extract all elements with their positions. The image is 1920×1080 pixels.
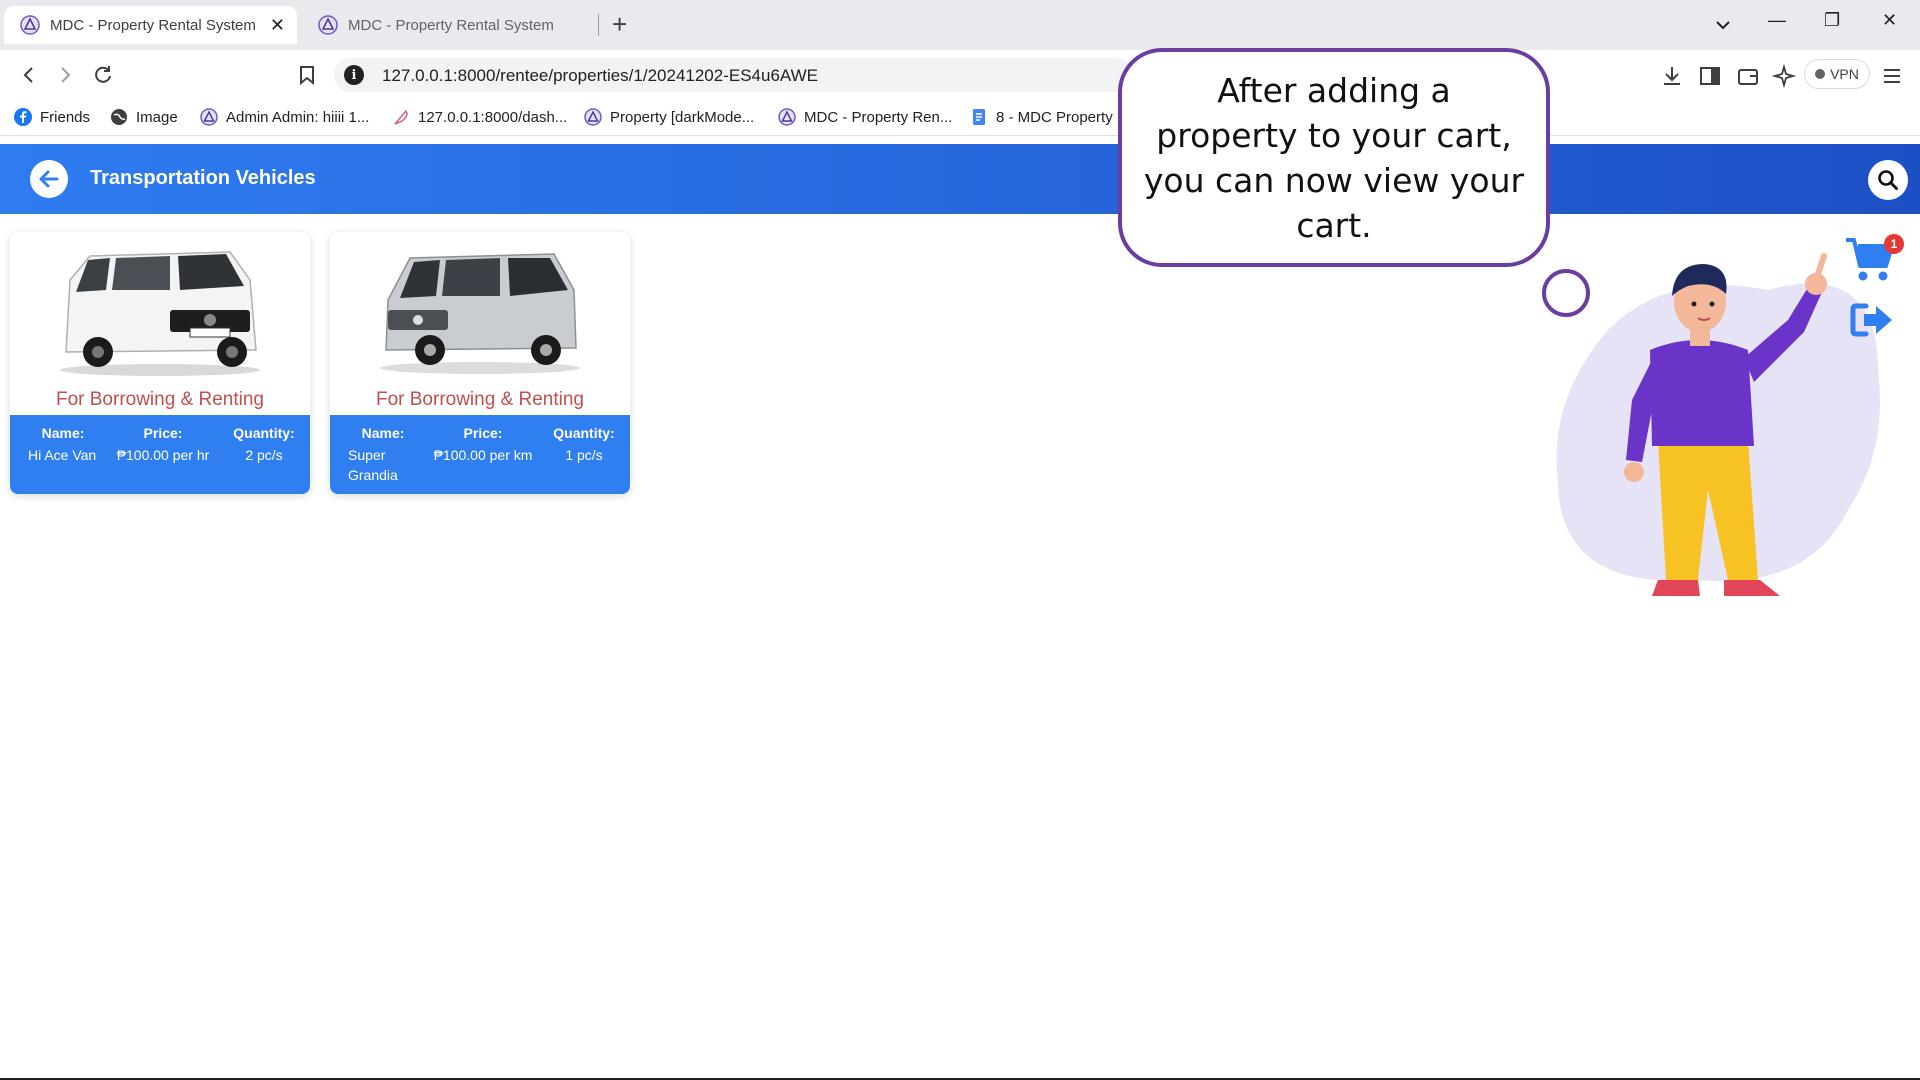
logout-button[interactable] [1850, 300, 1894, 340]
bookmark-page-button[interactable] [292, 60, 322, 90]
arrow-left-icon [23, 67, 33, 83]
white-nissan-van-photo [60, 251, 260, 376]
mdc-logo-icon [318, 15, 338, 35]
bookmark-item[interactable]: Property [darkMode... [584, 108, 754, 126]
bookmark-label: 8 - MDC Property [996, 108, 1113, 126]
mdc-logo-icon [20, 15, 40, 35]
arrow-right-icon [61, 67, 71, 83]
property-purpose: For Borrowing & Renting [55, 389, 265, 410]
globe-icon [111, 109, 127, 125]
property-card[interactable]: For Borrowing & Renting Name: Hi Ace Van… [10, 232, 310, 494]
facebook-icon [14, 108, 32, 126]
tab-search-chevron-icon[interactable] [1714, 16, 1732, 34]
bookmark-item[interactable]: Image [110, 108, 178, 126]
bookmark-icon [300, 66, 314, 85]
name-column: Name: Hi Ace Van [28, 425, 98, 465]
wallet-icon[interactable] [1736, 64, 1760, 88]
property-card[interactable]: For Borrowing & Renting Name: Super Gran… [330, 232, 630, 494]
name-column: Name: Super Grandia [348, 425, 418, 485]
bookmark-label: Admin Admin: hiiii 1... [226, 108, 370, 126]
mdc-logo-icon [778, 108, 796, 126]
bookmark-label: MDC - Property Ren... [804, 108, 953, 126]
cart-count-badge: 1 [1884, 234, 1904, 254]
reload-button[interactable] [88, 60, 118, 90]
price-column: Price: ₱100.00 per km [428, 425, 538, 465]
back-button[interactable] [30, 160, 68, 198]
feather-icon [394, 109, 408, 125]
bookmark-item[interactable]: 8 - MDC Property [970, 108, 1113, 126]
sidebar-icon[interactable] [1698, 64, 1722, 88]
bookmark-item[interactable]: Admin Admin: hiiii 1... [200, 108, 369, 126]
reload-icon [95, 66, 111, 83]
price-label: Price: [143, 425, 183, 441]
menu-icon[interactable] [1880, 64, 1904, 88]
property-name: Super Grandia [348, 447, 398, 483]
quantity-label: Quantity: [233, 425, 295, 441]
bookmark-item[interactable]: 127.0.0.1:8000/dash... [392, 108, 567, 126]
vpn-label: VPN [1830, 66, 1859, 82]
arrow-left-icon [39, 170, 59, 188]
tab-separator [598, 14, 599, 36]
bookmark-label: 127.0.0.1:8000/dash... [418, 108, 568, 126]
mdc-logo-icon [200, 108, 218, 126]
quantity-column: Quantity: 1 pc/s [544, 425, 624, 465]
guide-character-illustration [1556, 253, 1880, 596]
address-bar[interactable]: i 127.0.0.1:8000/rentee/properties/1/202… [334, 58, 1134, 92]
browser-toolbar: i 127.0.0.1:8000/rentee/properties/1/202… [0, 50, 1920, 100]
forward-nav-button[interactable] [50, 60, 80, 90]
tutorial-speech-bubble: After adding a property to your cart, yo… [1118, 48, 1550, 267]
ai-sparkle-icon[interactable] [1772, 64, 1796, 88]
page-header: Transportation Vehicles [0, 144, 1920, 214]
property-name: Hi Ace Van [28, 447, 97, 463]
download-icon[interactable] [1660, 64, 1684, 88]
tab-title: MDC - Property Rental System [348, 16, 554, 34]
bookmark-item[interactable]: Friends [14, 108, 90, 126]
price-column: Price: ₱100.00 per hr [108, 425, 218, 465]
browser-tab-active[interactable]: MDC - Property Rental System ✕ [4, 6, 297, 44]
vpn-button[interactable]: VPN [1804, 59, 1870, 89]
page-title: Transportation Vehicles [90, 167, 316, 189]
browser-tab-inactive[interactable]: MDC - Property Rental System [302, 6, 598, 44]
vpn-status-icon [1815, 69, 1826, 79]
property-purpose: For Borrowing & Renting [375, 389, 585, 410]
property-price: ₱100.00 per km [433, 447, 533, 463]
name-label: Name: [361, 425, 405, 441]
bookmarks-bar: Friends Image Admin Admin: hiiii 1... 12… [0, 100, 1920, 136]
property-quantity: 2 pc/s [245, 447, 283, 463]
search-icon [1878, 170, 1898, 190]
quantity-column: Quantity: 2 pc/s [224, 425, 304, 465]
property-info-panel: Name: Super Grandia Price: ₱100.00 per k… [330, 415, 630, 494]
browser-tab-bar: MDC - Property Rental System ✕ MDC - Pro… [0, 0, 1920, 50]
minimize-button[interactable]: — [1768, 10, 1786, 31]
docs-icon [973, 109, 985, 125]
close-window-button[interactable]: ✕ [1882, 10, 1897, 31]
restore-button[interactable]: ❐ [1824, 10, 1840, 31]
name-label: Name: [41, 425, 85, 441]
url-text: 127.0.0.1:8000/rentee/properties/1/20241… [382, 66, 819, 85]
property-quantity: 1 pc/s [565, 447, 603, 463]
quantity-label: Quantity: [553, 425, 615, 441]
back-nav-button[interactable] [14, 60, 44, 90]
search-button[interactable] [1868, 160, 1908, 200]
bookmark-label: Property [darkMode... [610, 108, 755, 126]
price-label: Price: [463, 425, 503, 441]
site-info-icon[interactable]: i [344, 65, 364, 85]
mdc-logo-icon [584, 108, 602, 126]
close-tab-icon[interactable]: ✕ [270, 15, 285, 36]
bookmark-item[interactable]: MDC - Property Ren... [778, 108, 952, 126]
bookmark-label: Image [136, 108, 178, 126]
new-tab-button[interactable]: + [612, 10, 627, 38]
bookmark-label: Friends [40, 108, 91, 126]
property-price: ₱100.00 per hr [116, 447, 210, 463]
sign-out-icon [1850, 303, 1892, 337]
tab-title: MDC - Property Rental System [50, 16, 256, 34]
silver-toyota-grandia-photo [380, 253, 580, 374]
property-info-panel: Name: Hi Ace Van Price: ₱100.00 per hr Q… [10, 415, 310, 494]
